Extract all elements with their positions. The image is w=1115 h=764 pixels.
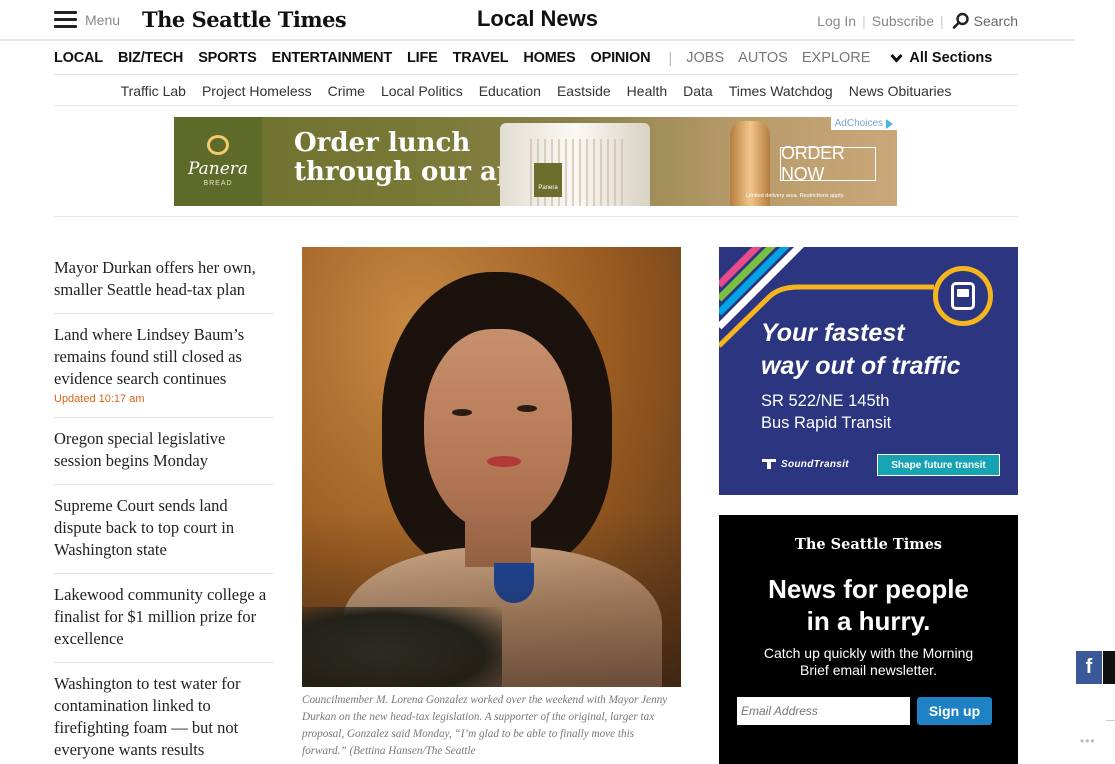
divider bbox=[1106, 720, 1115, 721]
email-field[interactable] bbox=[737, 697, 910, 725]
list-item[interactable]: Washington to test water for contaminati… bbox=[54, 663, 273, 764]
banner-fine-print: Limited delivery area. Restrictions appl… bbox=[746, 193, 845, 199]
hamburger-icon bbox=[54, 11, 77, 28]
subnav-health[interactable]: Health bbox=[627, 83, 667, 99]
transit-line2: Bus Rapid Transit bbox=[761, 414, 892, 432]
subnav-traffic-lab[interactable]: Traffic Lab bbox=[121, 83, 186, 99]
story-headline[interactable]: Land where Lindsey Baum’s remains found … bbox=[54, 324, 273, 390]
newsletter-ad: The Seattle Times News for people in a h… bbox=[719, 515, 1018, 764]
main-nav: LOCAL BIZ/TECH SPORTS ENTERTAINMENT LIFE… bbox=[54, 42, 1018, 75]
adchoices-badge[interactable]: AdChoices bbox=[830, 117, 897, 130]
story-headline[interactable]: Mayor Durkan offers her own, smaller Sea… bbox=[54, 257, 273, 301]
story-headline[interactable]: Supreme Court sends land dispute back to… bbox=[54, 495, 273, 561]
transit-headline-line2: way out of traffic bbox=[761, 352, 961, 380]
nav-biztech[interactable]: BIZ/TECH bbox=[118, 50, 183, 66]
all-sections-label: All Sections bbox=[909, 50, 993, 66]
newsletter-headline-line1: News for people bbox=[768, 574, 969, 604]
signup-button[interactable]: Sign up bbox=[917, 697, 992, 725]
nav-travel[interactable]: TRAVEL bbox=[453, 50, 509, 66]
newsletter-body: Catch up quickly with the Morning Brief … bbox=[763, 645, 974, 678]
facebook-icon: f bbox=[1085, 656, 1093, 678]
chevron-down-icon bbox=[890, 53, 903, 63]
cup-logo: Panera bbox=[534, 163, 562, 197]
search-button[interactable]: Search bbox=[952, 12, 1018, 30]
nav-autos[interactable]: AUTOS bbox=[738, 50, 788, 66]
transit-subtext: SR 522/NE 145th Bus Rapid Transit bbox=[761, 390, 891, 434]
subscribe-link[interactable]: Subscribe bbox=[872, 13, 934, 29]
soundtransit-mark-icon bbox=[762, 459, 776, 469]
adchoices-label: AdChoices bbox=[834, 118, 883, 129]
nav-sports[interactable]: SPORTS bbox=[198, 50, 257, 66]
top-bar: Menu The Seattle Times Local News Log In… bbox=[0, 0, 1075, 41]
photo-caption: Councilmember M. Lorena Gonzalez worked … bbox=[302, 694, 668, 757]
divider bbox=[54, 216, 1018, 217]
nav-opinion[interactable]: OPINION bbox=[591, 50, 651, 66]
site-logo[interactable]: The Seattle Times bbox=[142, 7, 347, 32]
soundtransit-brand: SoundTransit bbox=[781, 458, 849, 470]
menu-button[interactable]: Menu bbox=[54, 11, 120, 28]
all-sections-button[interactable]: All Sections bbox=[890, 50, 992, 66]
section-title: Local News bbox=[476, 6, 599, 31]
separator: | bbox=[862, 13, 866, 29]
subnav-crime[interactable]: Crime bbox=[328, 83, 365, 99]
subnav-eastside[interactable]: Eastside bbox=[557, 83, 611, 99]
nav-local[interactable]: LOCAL bbox=[54, 50, 103, 66]
photo-shade bbox=[302, 247, 681, 687]
list-item[interactable]: Lakewood community college a finalist fo… bbox=[54, 574, 273, 663]
login-link[interactable]: Log In bbox=[817, 13, 856, 29]
account-links: Log In | Subscribe | Search bbox=[817, 12, 1018, 30]
adchoices-icon bbox=[886, 118, 893, 129]
subnav-project-homeless[interactable]: Project Homeless bbox=[202, 83, 312, 99]
transit-headline-line1: Your fastest bbox=[761, 319, 905, 347]
nav-divider: | bbox=[668, 49, 673, 67]
panera-leaf-icon bbox=[207, 135, 229, 155]
story-headline[interactable]: Oregon special legislative session begin… bbox=[54, 428, 273, 472]
panera-brand-sub: BREAD bbox=[203, 180, 233, 187]
subnav-times-watchdog[interactable]: Times Watchdog bbox=[729, 83, 833, 99]
nav-explore[interactable]: EXPLORE bbox=[802, 50, 871, 66]
nav-homes[interactable]: HOMES bbox=[523, 50, 575, 66]
search-label: Search bbox=[973, 13, 1018, 29]
share-button[interactable] bbox=[1103, 651, 1115, 684]
updated-timestamp: Updated 10:17 am bbox=[54, 393, 145, 405]
list-item[interactable]: Land where Lindsey Baum’s remains found … bbox=[54, 314, 273, 418]
sub-nav: Traffic Lab Project Homeless Crime Local… bbox=[54, 76, 1018, 106]
story-list: Mayor Durkan offers her own, smaller Sea… bbox=[54, 247, 273, 764]
newsletter-logo: The Seattle Times bbox=[795, 536, 942, 553]
soundtransit-logo: SoundTransit bbox=[761, 458, 849, 470]
story-headline[interactable]: Washington to test water for contaminati… bbox=[54, 673, 273, 761]
separator: | bbox=[940, 13, 944, 29]
nav-entertainment[interactable]: ENTERTAINMENT bbox=[272, 50, 393, 66]
menu-label: Menu bbox=[85, 11, 121, 28]
panera-brand: Panera bbox=[187, 159, 249, 179]
order-now-button[interactable]: ORDER NOW bbox=[780, 143, 876, 184]
newsletter-headline-line2: in a hurry. bbox=[806, 606, 931, 636]
subnav-data[interactable]: Data bbox=[683, 83, 713, 99]
subnav-news-obituaries[interactable]: News Obituaries bbox=[849, 83, 952, 99]
panera-banner-ad[interactable]: Panera BREAD Order lunch through our app… bbox=[174, 117, 897, 206]
transit-line1: SR 522/NE 145th bbox=[761, 392, 890, 410]
nav-life[interactable]: LIFE bbox=[407, 50, 438, 66]
search-icon bbox=[952, 12, 969, 29]
transit-headline: Your fastest way out of traffic bbox=[761, 317, 961, 383]
lead-photo[interactable] bbox=[302, 247, 681, 687]
more-share-icon[interactable]: ••• bbox=[1080, 734, 1096, 748]
newsletter-headline: News for people in a hurry. bbox=[719, 573, 1018, 637]
list-item[interactable]: Mayor Durkan offers her own, smaller Sea… bbox=[54, 247, 273, 314]
cup-image bbox=[500, 123, 650, 206]
sound-transit-ad[interactable]: Your fastest way out of traffic SR 522/N… bbox=[719, 247, 1018, 495]
nav-jobs[interactable]: JOBS bbox=[686, 50, 724, 66]
subnav-education[interactable]: Education bbox=[479, 83, 541, 99]
list-item[interactable]: Supreme Court sends land dispute back to… bbox=[54, 485, 273, 574]
list-item[interactable]: Oregon special legislative session begin… bbox=[54, 418, 273, 485]
subnav-local-politics[interactable]: Local Politics bbox=[381, 83, 463, 99]
facebook-share-button[interactable]: f bbox=[1076, 651, 1102, 684]
story-headline[interactable]: Lakewood community college a finalist fo… bbox=[54, 584, 273, 650]
shape-future-transit-button[interactable]: Shape future transit bbox=[877, 454, 1000, 476]
panera-logo: Panera BREAD bbox=[174, 117, 262, 206]
